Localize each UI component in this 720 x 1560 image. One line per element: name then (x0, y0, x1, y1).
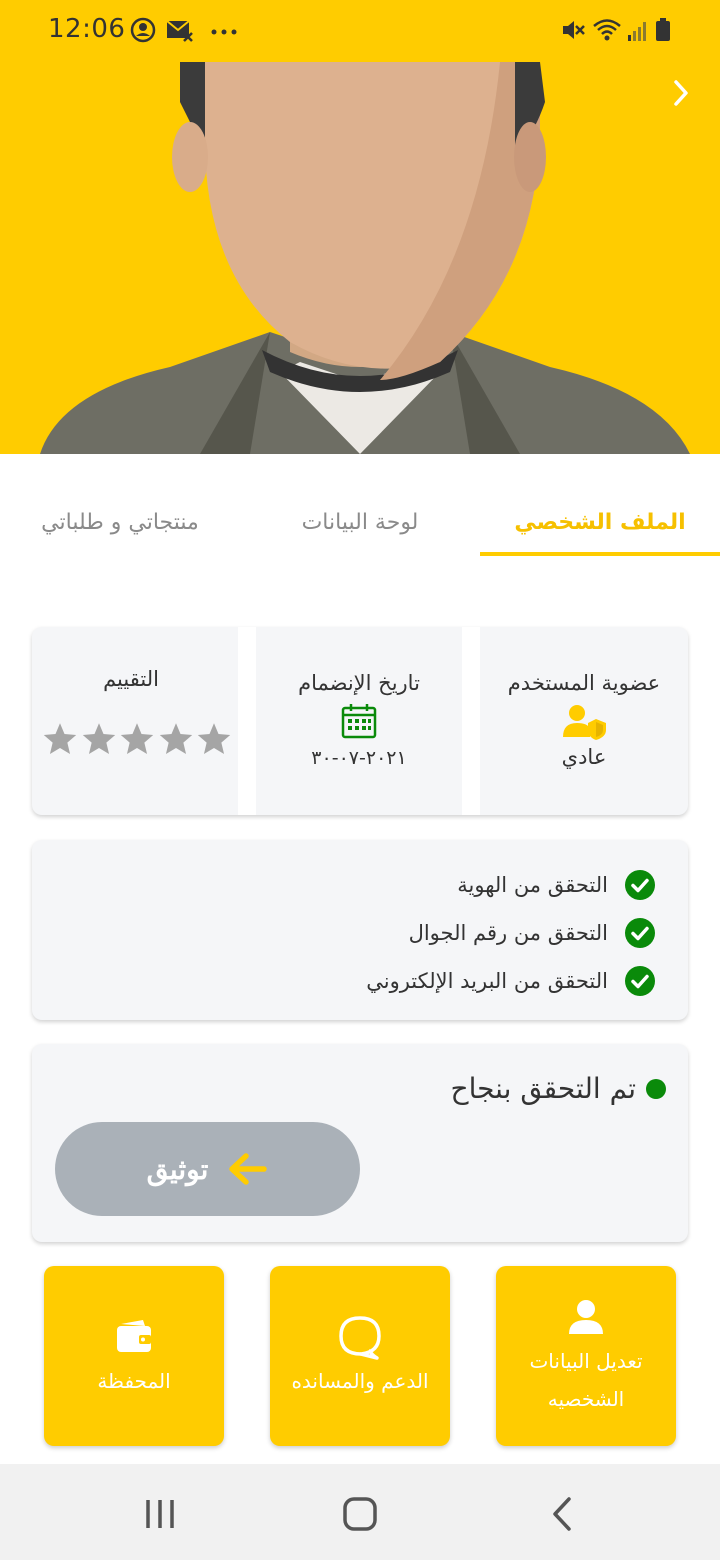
arrow-left-icon (229, 1153, 268, 1185)
more-dots-icon (211, 29, 237, 35)
edit-profile-label-line2: الشخصيه (547, 1387, 625, 1411)
tab-dashboard[interactable]: لوحة البيانات (240, 510, 480, 535)
calendar-icon (341, 704, 377, 739)
edit-profile-label-line1: تعديل البيانات (529, 1349, 643, 1373)
star-icon (82, 723, 115, 754)
user-shield-icon (563, 705, 606, 740)
membership-value: عادي (561, 745, 607, 769)
join-date-column: تاريخ الإنضمام ٢٠٢١-٠٧-٣٠ (256, 627, 462, 815)
default-avatar-image (40, 62, 690, 454)
back-icon[interactable] (543, 1494, 583, 1534)
mail-off-icon (166, 20, 193, 42)
verification-label: التحقق من رقم الجوال (408, 921, 608, 945)
star-icon (197, 723, 231, 754)
verification-status-card: تم التحقق بنجاح توثيق (32, 1044, 688, 1242)
profile-cover (0, 62, 720, 454)
star-icon (159, 723, 192, 754)
membership-title: عضوية المستخدم (507, 671, 661, 695)
verification-list: التحقق من الهوية التحقق من رقم الجوال ال… (32, 840, 688, 1020)
tab-profile[interactable]: الملف الشخصي (480, 510, 720, 535)
rating-title: التقييم (103, 667, 159, 691)
check-circle-icon (625, 918, 655, 948)
user-icon (569, 1300, 603, 1334)
column-divider (238, 627, 256, 815)
star-icon (43, 723, 77, 754)
membership-column: عضوية المستخدم عادي (480, 627, 688, 815)
chat-bubble-icon (339, 1316, 381, 1360)
signal-icon (628, 22, 646, 41)
mute-icon (563, 21, 585, 39)
join-date-value: ٢٠٢١-٠٧-٣٠ (311, 747, 407, 769)
wallet-icon (117, 1320, 151, 1352)
check-circle-icon (625, 966, 655, 996)
active-tab-indicator (480, 552, 720, 556)
verify-button-label: توثيق (146, 1153, 209, 1185)
star-icon (120, 723, 154, 754)
check-circle-icon (625, 870, 655, 900)
verified-status: تم التحقق بنجاح (450, 1072, 666, 1105)
tab-my-products-orders[interactable]: منتجاتي و طلباتي (0, 510, 240, 535)
battery-icon (656, 18, 670, 41)
status-time: 12:06 (48, 14, 126, 44)
support-label: الدعم والمسانده (291, 1369, 429, 1393)
recent-apps-icon[interactable] (140, 1494, 180, 1534)
system-nav-bar (0, 1464, 720, 1560)
wallet-label: المحفظة (97, 1369, 171, 1393)
verified-status-text: تم التحقق بنجاح (450, 1072, 637, 1105)
verify-button[interactable]: توثيق (55, 1122, 360, 1216)
wifi-icon (593, 19, 621, 41)
verification-item-email: التحقق من البريد الإلكتروني (366, 964, 656, 998)
profile-info-card: عضوية المستخدم عادي تاريخ الإنضمام ٢٠٢١-… (32, 627, 688, 815)
verification-item-identity: التحقق من الهوية (457, 868, 656, 902)
status-dot (646, 1078, 666, 1099)
verification-label: التحقق من الهوية (457, 873, 608, 897)
profile-content: الملف الشخصي لوحة البيانات منتجاتي و طلب… (0, 454, 720, 1464)
join-date-title: تاريخ الإنضمام (298, 671, 420, 695)
verification-item-phone: التحقق من رقم الجوال (409, 916, 656, 950)
edit-profile-tile[interactable]: تعديل البيانات الشخصيه (496, 1266, 676, 1446)
verification-label: التحقق من البريد الإلكتروني (366, 969, 608, 993)
status-bar: 12:06 (0, 0, 720, 62)
rating-column: التقييم (32, 627, 238, 815)
support-tile[interactable]: الدعم والمسانده (270, 1266, 450, 1446)
column-divider (462, 627, 480, 815)
wallet-tile[interactable]: المحفظة (44, 1266, 224, 1446)
chevron-right-icon[interactable] (664, 76, 698, 110)
account-circle-icon (130, 17, 156, 43)
home-icon[interactable] (340, 1494, 380, 1534)
rating-stars (42, 721, 232, 759)
